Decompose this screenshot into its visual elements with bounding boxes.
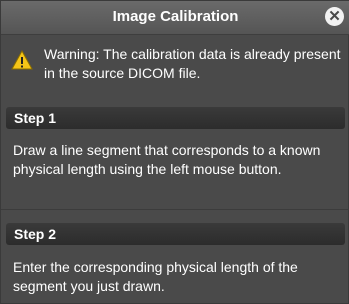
step-2-header: Step 2 xyxy=(6,223,345,245)
divider xyxy=(1,209,349,210)
warning-text: Warning: The calibration data is already… xyxy=(44,46,341,81)
dialog-title: Image Calibration xyxy=(112,8,239,25)
image-calibration-dialog: Image Calibration ✕ Warning: The calibra… xyxy=(0,0,349,304)
step-1-header: Step 1 xyxy=(6,107,345,129)
close-icon[interactable]: ✕ xyxy=(325,7,344,26)
step-2-text: Enter the corresponding physical length … xyxy=(13,259,298,294)
step-1-text: Draw a line segment that corresponds to … xyxy=(13,142,321,177)
warning-icon xyxy=(11,50,33,70)
title-bar: Image Calibration ✕ xyxy=(1,1,349,35)
